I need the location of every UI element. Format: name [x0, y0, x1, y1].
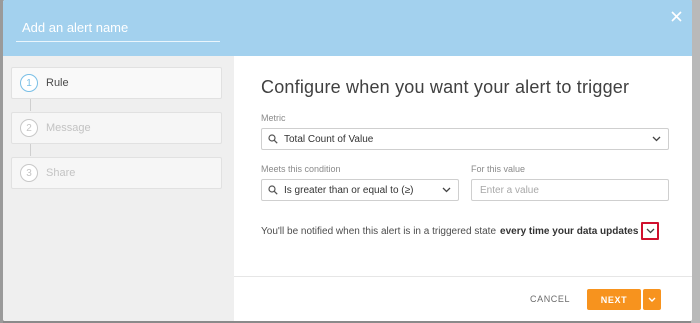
backdrop-scrollbar: [691, 0, 700, 323]
condition-select[interactable]: Is greater than or equal to (≥): [261, 179, 459, 201]
step-label: Share: [46, 167, 76, 179]
step-number: 1: [20, 74, 38, 92]
chevron-down-icon: [652, 136, 662, 142]
step-rule[interactable]: 1 Rule: [11, 67, 222, 99]
page-title: Configure when you want your alert to tr…: [261, 77, 630, 97]
frequency-dropdown-button[interactable]: [641, 222, 660, 240]
step-label: Rule: [46, 77, 69, 89]
notify-frequency: every time your data updates: [500, 225, 639, 237]
search-icon: [268, 134, 280, 144]
condition-label: Meets this condition: [261, 164, 341, 174]
condition-value: Is greater than or equal to (≥): [284, 184, 414, 196]
step-number: 3: [20, 164, 38, 182]
notification-summary: You'll be notified when this alert is in…: [261, 222, 660, 240]
modal-header: [3, 0, 692, 56]
step-label: Message: [46, 122, 91, 134]
step-message[interactable]: 2 Message: [11, 112, 222, 144]
metric-label: Metric: [261, 113, 286, 123]
close-icon[interactable]: [666, 6, 686, 26]
value-label: For this value: [471, 164, 526, 174]
chevron-down-icon: [648, 297, 656, 302]
steps-sidebar: 1 Rule 2 Message 3 Share: [3, 56, 234, 321]
alert-name-input[interactable]: [16, 16, 220, 42]
value-input[interactable]: [471, 179, 669, 201]
metric-value: Total Count of Value: [284, 133, 374, 145]
step-number: 2: [20, 119, 38, 137]
step-share[interactable]: 3 Share: [11, 157, 222, 189]
next-button[interactable]: NEXT: [587, 289, 641, 310]
rule-config-panel: Configure when you want your alert to tr…: [234, 56, 692, 276]
cancel-button[interactable]: CANCEL: [530, 294, 570, 308]
chevron-down-icon: [442, 187, 452, 193]
step-connector: [30, 144, 31, 156]
modal-footer: CANCEL NEXT: [234, 276, 692, 321]
alert-modal: 1 Rule 2 Message 3 Share Configure when …: [3, 0, 692, 321]
next-options-button[interactable]: [643, 289, 661, 310]
chevron-down-icon: [646, 228, 655, 234]
step-connector: [30, 99, 31, 111]
search-icon: [268, 185, 280, 195]
metric-select[interactable]: Total Count of Value: [261, 128, 669, 150]
notify-text: You'll be notified when this alert is in…: [261, 225, 497, 237]
